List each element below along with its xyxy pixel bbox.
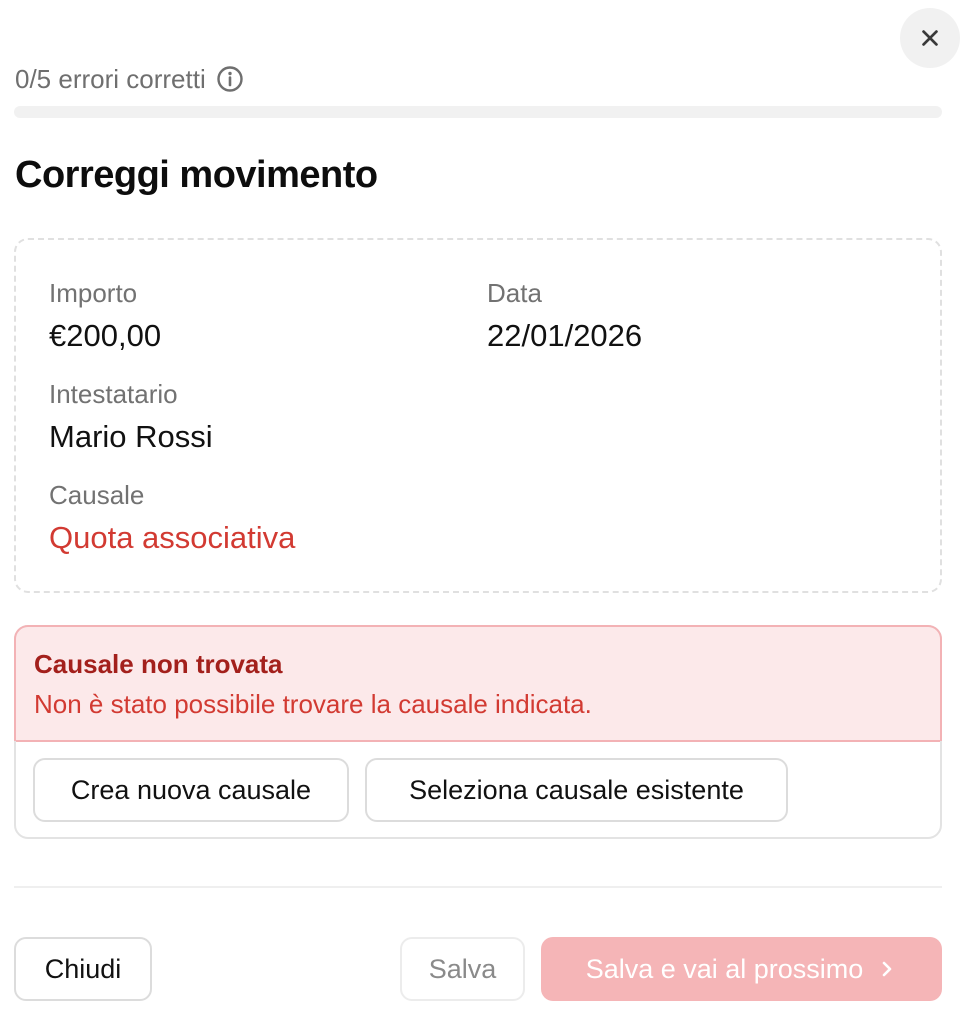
chevron-right-icon [877, 959, 897, 979]
holder-value: Mario Rossi [49, 419, 213, 454]
reason-label: Causale [49, 480, 145, 510]
error-panel: Causale non trovata Non è stato possibil… [14, 625, 942, 839]
select-existing-reason-button[interactable]: Seleziona causale esistente [365, 758, 788, 822]
save-button[interactable]: Salva [400, 937, 525, 1001]
create-reason-button[interactable]: Crea nuova causale [33, 758, 349, 822]
error-alert: Causale non trovata Non è stato possibil… [16, 627, 940, 742]
save-and-next-button[interactable]: Salva e vai al prossimo [541, 937, 942, 1001]
page-title: Correggi movimento [15, 154, 378, 196]
progress-text: 0/5 errori corretti [15, 63, 206, 94]
error-message: Non è stato possibile trovare la causale… [34, 689, 592, 719]
footer-divider [14, 886, 942, 888]
amount-label: Importo [49, 278, 138, 308]
progress-label: 0/5 errori corretti [15, 62, 244, 96]
date-label: Data [487, 278, 542, 308]
info-circle-icon[interactable] [216, 65, 244, 93]
date-value: 22/01/2026 [487, 318, 643, 353]
close-dialog-button[interactable] [900, 8, 960, 68]
close-button[interactable]: Chiudi [14, 937, 152, 1001]
progress-bar [14, 106, 942, 118]
close-icon [919, 27, 941, 49]
reason-value: Quota associativa [49, 520, 296, 555]
error-title: Causale non trovata [34, 649, 283, 679]
save-and-next-label: Salva e vai al prossimo [585, 953, 864, 984]
transaction-details-card: Importo €200,00 Data 22/01/2026 Intestat… [14, 238, 942, 593]
holder-label: Intestatario [49, 379, 178, 409]
amount-value: €200,00 [49, 318, 162, 353]
